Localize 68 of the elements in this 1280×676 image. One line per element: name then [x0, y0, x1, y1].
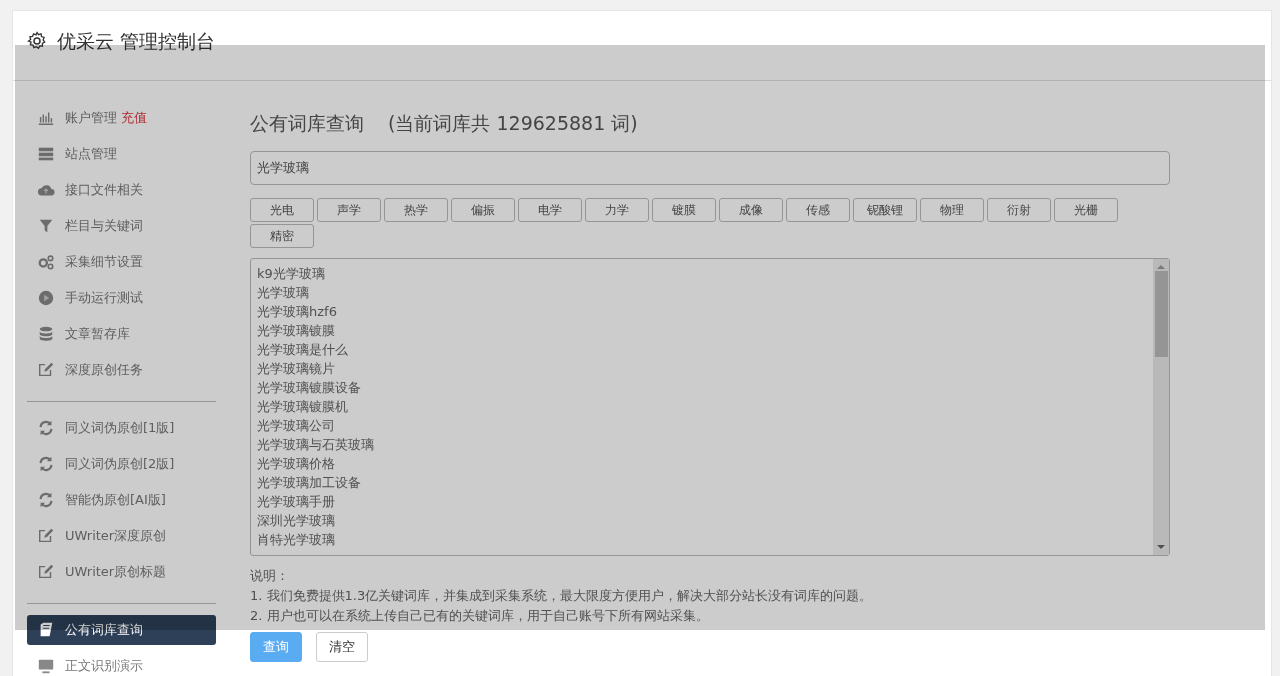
tag-button[interactable]: 成像 [719, 198, 783, 222]
edit-icon [37, 361, 55, 379]
sidebar-item[interactable]: 文章暂存库 [27, 319, 216, 349]
tag-button[interactable]: 偏振 [451, 198, 515, 222]
result-item[interactable]: 光学玻璃价格 [257, 454, 1147, 473]
sidebar-item[interactable]: UWriter深度原创 [27, 521, 216, 551]
tag-button[interactable]: 电学 [518, 198, 582, 222]
tag-button[interactable]: 热学 [384, 198, 448, 222]
scrollbar[interactable] [1153, 259, 1169, 555]
sidebar-item[interactable]: 同义词伪原创[2版] [27, 449, 216, 479]
monitor-icon [37, 657, 55, 675]
note-text: 2. 用户也可以在系统上传自己已有的关键词库，用于自己账号下所有网站采集。 [250, 607, 710, 625]
sidebar-item[interactable]: 站点管理 [27, 139, 216, 169]
tag-button[interactable]: 传感 [786, 198, 850, 222]
result-item[interactable]: 光学玻璃是什么 [257, 340, 1147, 359]
sidebar-item[interactable]: UWriter原创标题 [27, 557, 216, 587]
tag-button[interactable]: 镀膜 [652, 198, 716, 222]
refresh-icon [37, 491, 55, 509]
result-item[interactable]: 光学玻璃公司 [257, 416, 1147, 435]
notes-title: 说明： [250, 567, 290, 585]
refresh-icon [37, 419, 55, 437]
edit-icon [37, 563, 55, 581]
tag-button[interactable]: 衍射 [987, 198, 1051, 222]
sidebar-item[interactable]: 正文识别演示 [27, 651, 216, 676]
tag-button[interactable]: 光栅 [1054, 198, 1118, 222]
result-item[interactable]: 光学玻璃hzf6 [257, 302, 1147, 321]
tag-button[interactable]: 铌酸锂 [853, 198, 917, 222]
search-field[interactable]: 光学玻璃 [250, 151, 1170, 185]
sidebar-item[interactable]: 手动运行测试 [27, 283, 216, 313]
tag-button[interactable]: 力学 [585, 198, 649, 222]
sidebar-item[interactable]: 深度原创任务 [27, 355, 216, 385]
tag-button[interactable]: 物理 [920, 198, 984, 222]
clear-button[interactable]: 清空 [316, 632, 368, 662]
results-list[interactable]: k9光学玻璃 光学玻璃 光学玻璃hzf6 光学玻璃镀膜 光学玻璃是什么 光学玻璃镜片 光学玻璃镀膜设备 光学玻璃镀膜机 光学玻璃公司 光学玻璃与石英玻璃 光学玻璃价格 光学玻璃加工设备 光学玻璃手册 深圳光学玻璃 肖特光学玻璃 [250, 258, 1170, 556]
result-item[interactable]: 光学玻璃 [257, 283, 1147, 302]
tag-button[interactable]: 精密 [250, 224, 314, 248]
sidebar-item[interactable]: 账户管理 充值 [27, 103, 216, 133]
result-item[interactable]: 光学玻璃镀膜机 [257, 397, 1147, 416]
edit-icon [37, 527, 55, 545]
result-item[interactable]: 光学玻璃镀膜 [257, 321, 1147, 340]
result-item[interactable]: 光学玻璃手册 [257, 492, 1147, 511]
sidebar-item[interactable]: 接口文件相关 [27, 175, 216, 205]
result-item[interactable]: 深圳光学玻璃 [257, 511, 1147, 530]
filter-icon [37, 217, 55, 235]
app-title: 优采云 管理控制台 [57, 29, 216, 54]
sidebar-item[interactable]: 智能伪原创[AI版] [27, 485, 216, 515]
page-subtitle: (当前词库共 129625881 词) [388, 111, 638, 136]
refresh-icon [37, 455, 55, 473]
result-item[interactable]: 光学玻璃镜片 [257, 359, 1147, 378]
result-item[interactable]: 肖特光学玻璃 [257, 530, 1147, 549]
gears-icon [37, 253, 55, 271]
tag-button[interactable]: 光电 [250, 198, 314, 222]
list-icon [37, 145, 55, 163]
page-title: 公有词库查询 [250, 111, 364, 136]
tag-button[interactable]: 声学 [317, 198, 381, 222]
settings-icon [27, 31, 47, 51]
play-icon [37, 289, 55, 307]
recharge-link[interactable]: 充值 [121, 109, 147, 127]
sidebar-item[interactable]: 同义词伪原创[1版] [27, 413, 216, 443]
result-item[interactable]: 光学玻璃加工设备 [257, 473, 1147, 492]
sidebar-item[interactable]: 公有词库查询 [27, 615, 216, 645]
sidebar-item[interactable]: 采集细节设置 [27, 247, 216, 277]
result-item[interactable]: 光学玻璃与石英玻璃 [257, 435, 1147, 454]
database-icon [37, 325, 55, 343]
result-item[interactable]: 光学玻璃镀膜设备 [257, 378, 1147, 397]
note-text: 1. 我们免费提供1.3亿关键词库，并集成到采集系统，最大限度方便用户，解决大部分站长没有词库的问题。 [250, 587, 874, 605]
sidebar-item[interactable]: 栏目与关键词 [27, 211, 216, 241]
result-item[interactable]: k9光学玻璃 [257, 264, 1147, 283]
